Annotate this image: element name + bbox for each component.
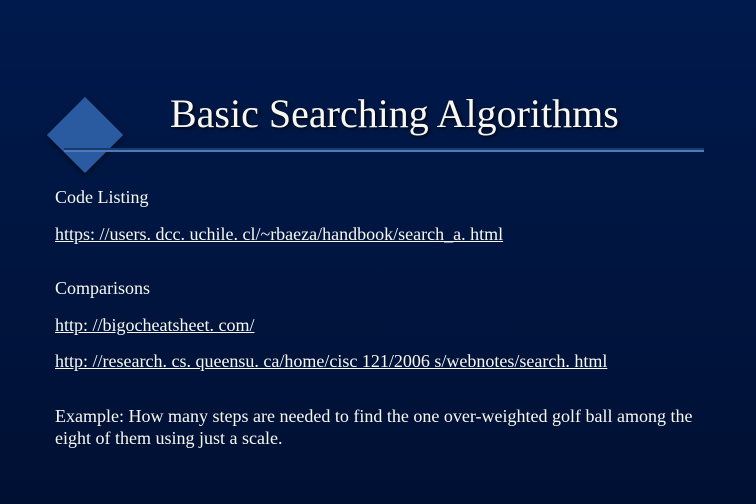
slide: Basic Searching Algorithms Code Listing … [0,0,756,504]
slide-title: Basic Searching Algorithms [170,90,619,137]
comparisons-link-2[interactable]: http: //research. cs. queensu. ca/home/c… [55,351,607,371]
code-listing-link[interactable]: https: //users. dcc. uchile. cl/~rbaeza/… [55,224,503,244]
code-listing-heading: Code Listing [55,186,705,209]
comparisons-heading: Comparisons [55,277,705,300]
slide-body: Code Listing https: //users. dcc. uchile… [55,186,705,464]
comparisons-link-1[interactable]: http: //bigocheatsheet. com/ [55,315,254,335]
diamond-bullet-icon [47,97,123,173]
title-underline [64,148,704,152]
example-text: Example: How many steps are needed to fi… [55,405,705,450]
